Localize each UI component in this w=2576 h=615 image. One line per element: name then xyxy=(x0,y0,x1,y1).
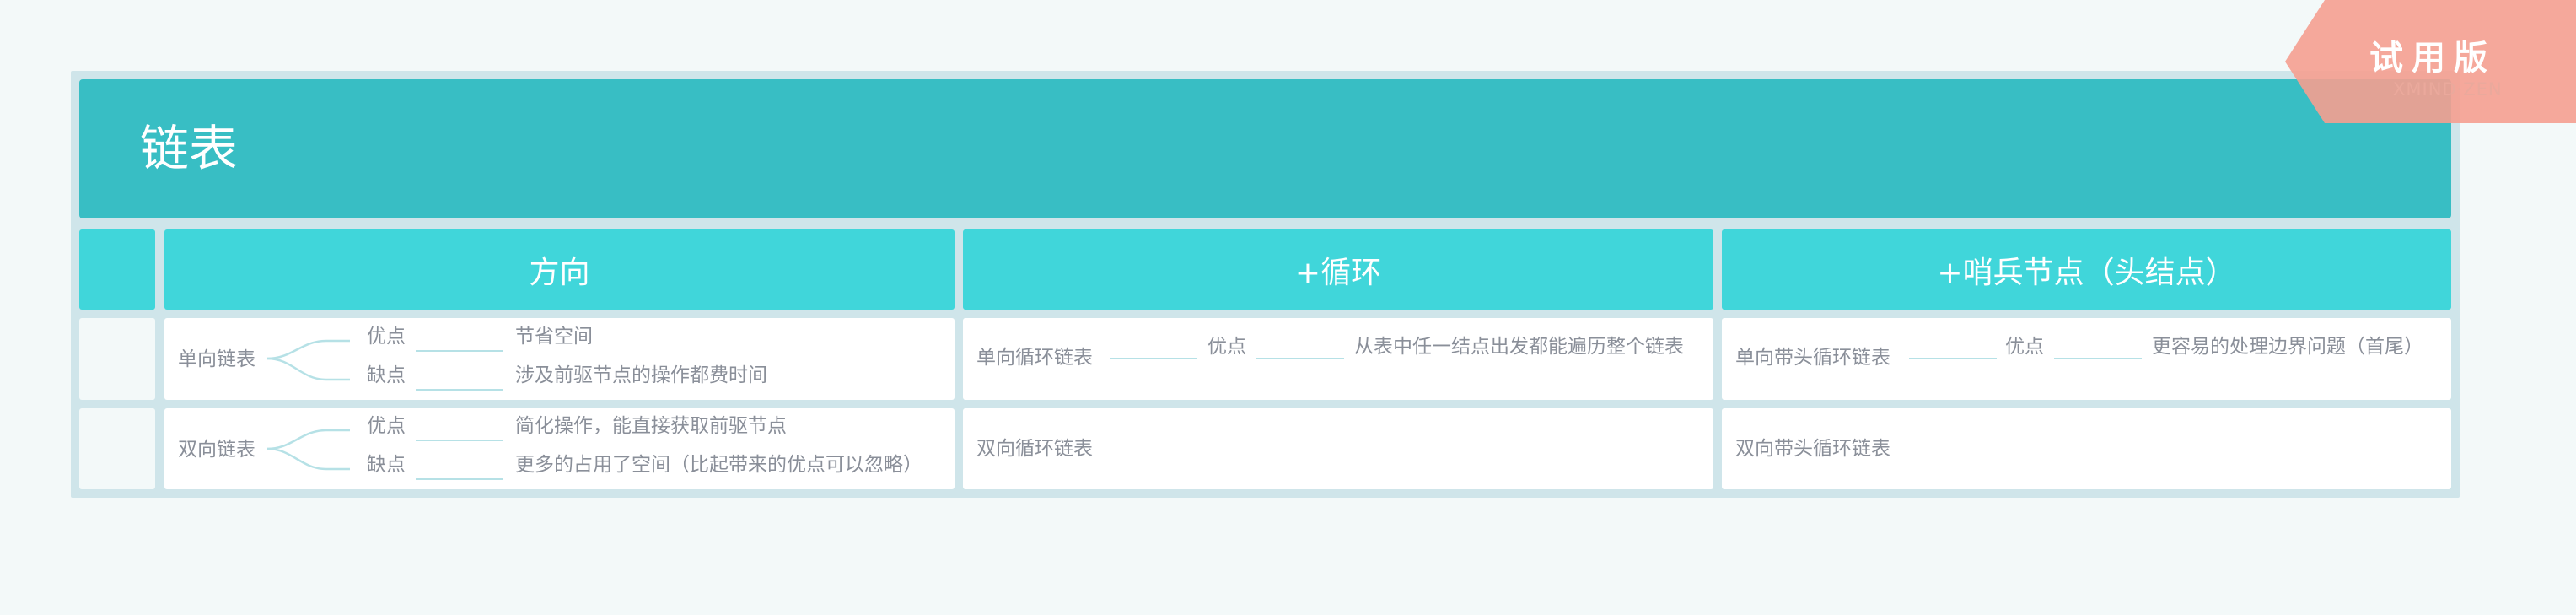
column-header-direction[interactable]: 方向 xyxy=(164,229,955,310)
topic-node[interactable]: 单向带头循环链表 xyxy=(1735,346,1890,370)
connector-line xyxy=(1110,358,1197,359)
topic-node[interactable]: 双向循环链表 xyxy=(976,437,1093,461)
branch-connector xyxy=(266,429,350,471)
row-2-direction-cell: 双向链表 优点 简化操作，能直接获取前驱节点 缺点 更多的占用了空间（比起带来的… xyxy=(164,408,955,489)
row-1-sentinel-cell: 单向带头循环链表 优点 更容易的处理边界问题（首尾） xyxy=(1722,318,2451,400)
topic-node[interactable]: 更多的占用了空间（比起带来的优点可以忽略） xyxy=(515,453,922,477)
connector-line xyxy=(1256,358,1344,359)
header-corner-cell xyxy=(79,229,155,310)
topic-node[interactable]: 缺点 xyxy=(367,453,406,477)
connector-line xyxy=(416,440,503,441)
topic-node[interactable]: 涉及前驱节点的操作都费时间 xyxy=(515,364,767,387)
row-2-sentinel-cell: 双向带头循环链表 xyxy=(1722,408,2451,489)
watermark-title: 试用版 xyxy=(2369,39,2496,78)
page-title: 链表 xyxy=(140,120,239,177)
topic-node[interactable]: 优点 xyxy=(367,414,406,438)
watermark-subtitle: XMIND·ZEN xyxy=(2393,79,2503,100)
row-1-direction-cell: 单向链表 优点 节省空间 缺点 涉及前驱节点的操作都费时间 xyxy=(164,318,955,400)
connector-line xyxy=(2054,358,2142,359)
branch-connector xyxy=(266,339,350,381)
topic-node[interactable]: 优点 xyxy=(1207,335,1246,359)
column-header-sentinel[interactable]: +哨兵节点（头结点） xyxy=(1722,229,2451,310)
connector-line xyxy=(416,389,503,391)
topic-node[interactable]: 优点 xyxy=(2005,335,2044,359)
row-2-circular-cell: 双向循环链表 xyxy=(963,408,1713,489)
topic-node[interactable]: 更容易的处理边界问题（首尾） xyxy=(2152,335,2423,359)
connector-line xyxy=(416,478,503,480)
topic-node[interactable]: 优点 xyxy=(367,325,406,348)
topic-node[interactable]: 单向循环链表 xyxy=(976,346,1093,370)
row-2-label-cell xyxy=(79,408,155,489)
topic-node[interactable]: 从表中任一结点出发都能遍历整个链表 xyxy=(1354,335,1684,359)
row-1-label-cell xyxy=(79,318,155,400)
connector-line xyxy=(416,350,503,352)
topic-node[interactable]: 单向链表 xyxy=(178,348,255,371)
topic-node[interactable]: 双向链表 xyxy=(178,438,255,461)
title-bar[interactable]: 链表 xyxy=(79,79,2451,218)
row-1-circular-cell: 单向循环链表 优点 从表中任一结点出发都能遍历整个链表 xyxy=(963,318,1713,400)
topic-node[interactable]: 双向带头循环链表 xyxy=(1735,437,1890,461)
topic-node[interactable]: 简化操作，能直接获取前驱节点 xyxy=(515,414,787,438)
column-header-circular[interactable]: +循环 xyxy=(963,229,1713,310)
topic-node[interactable]: 节省空间 xyxy=(515,325,593,348)
connector-line xyxy=(1909,358,1997,359)
topic-node[interactable]: 缺点 xyxy=(367,364,406,387)
